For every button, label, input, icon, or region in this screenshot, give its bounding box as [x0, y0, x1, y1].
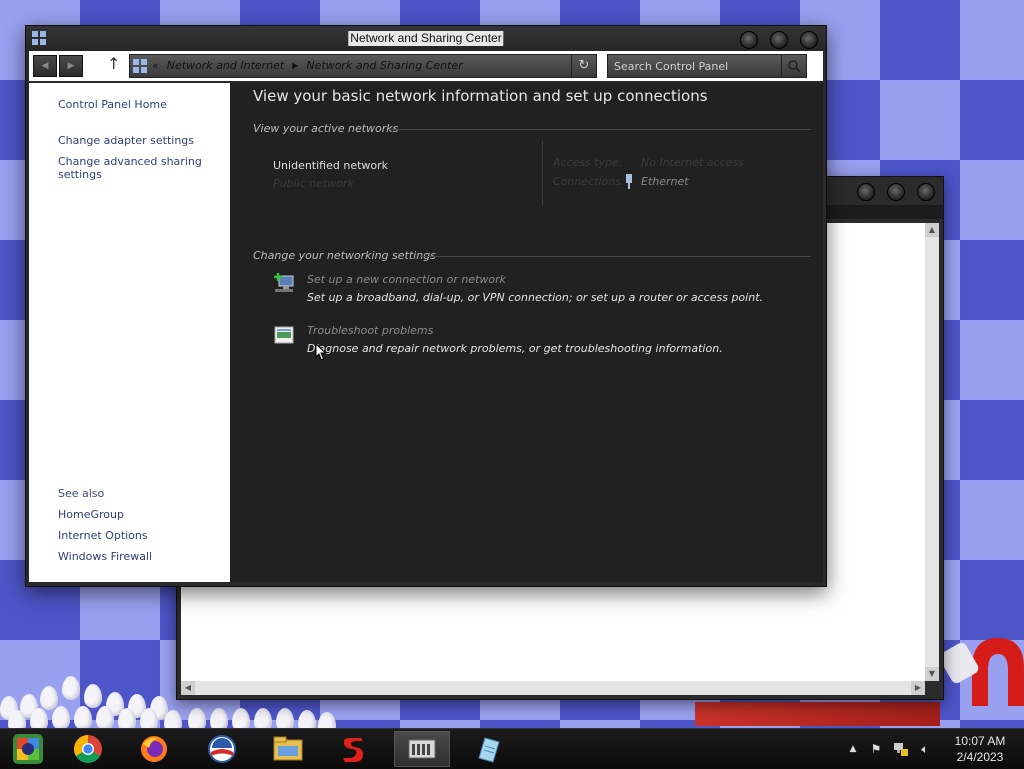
windows-firewall-link[interactable]: Windows Firewall [58, 550, 152, 563]
notepad-icon[interactable] [460, 731, 516, 767]
clock-date: 2/4/2023 [956, 750, 1004, 764]
address-bar[interactable]: « Network and Internet ▶ Network and Sha… [129, 54, 597, 78]
bg-close-button[interactable] [917, 183, 935, 201]
s-logo-icon[interactable] [326, 731, 382, 767]
internet-options-link[interactable]: Internet Options [58, 529, 148, 542]
change-advanced-sharing-link[interactable]: Change advanced sharing settings [58, 155, 208, 181]
start-orb-icon[interactable] [0, 731, 56, 767]
firefox-icon[interactable] [126, 731, 182, 767]
troubleshoot-problems-link[interactable]: Troubleshoot problems [307, 324, 433, 337]
bg-maximize-button[interactable] [887, 183, 905, 201]
scroll-down-arrow-icon[interactable]: ▼ [925, 667, 939, 681]
active-networks-heading: View your active networks [253, 122, 399, 135]
horizontal-scrollbar[interactable]: ◀ ▶ [181, 681, 925, 695]
main-content-pane: View your basic network information and … [230, 83, 823, 582]
scroll-left-arrow-icon[interactable]: ◀ [181, 681, 195, 695]
desktop-red-strip [695, 702, 940, 726]
window-title: Network and Sharing Center [348, 31, 504, 46]
access-type-value: No Internet access [641, 156, 744, 169]
volume-icon[interactable]: 🔈︎ [917, 741, 933, 757]
control-panel-icon [133, 59, 147, 73]
navigation-bar: ◀ ▶ ↑ « Network and Internet ▶ Network a… [29, 51, 823, 81]
connections-label: Connections: [553, 175, 625, 188]
breadcrumb-overflow[interactable]: « [152, 59, 159, 72]
search-input[interactable] [612, 57, 780, 75]
network-sharing-center-window[interactable]: Network and Sharing Center ◀ ▶ ↑ « Netwo… [25, 25, 827, 587]
maximize-button[interactable] [770, 31, 788, 49]
bg-minimize-button[interactable] [857, 183, 875, 201]
page-heading: View your basic network information and … [253, 87, 708, 105]
magnet-icon [942, 638, 1024, 706]
scroll-right-arrow-icon[interactable]: ▶ [911, 681, 925, 695]
clock-time: 10:07 AM [954, 734, 1006, 748]
ethernet-connection-link[interactable]: Ethernet [641, 175, 689, 188]
file-explorer-icon[interactable] [260, 731, 316, 767]
back-button[interactable]: ◀ [33, 55, 57, 77]
breadcrumb-network-internet[interactable]: Network and Internet [167, 59, 285, 72]
section-divider [388, 129, 811, 130]
search-icon[interactable] [781, 55, 806, 77]
network-name: Unidentified network [273, 159, 389, 172]
mouse-cursor-icon [315, 343, 327, 361]
change-adapter-settings-link[interactable]: Change adapter settings [58, 134, 194, 147]
network-status-icon[interactable] [893, 741, 909, 757]
scroll-up-arrow-icon[interactable]: ▲ [925, 223, 939, 237]
system-clock[interactable]: 10:07 AM 2/4/2023 [952, 733, 1008, 765]
action-center-flag-icon[interactable]: ⚑ [868, 741, 884, 757]
show-hidden-icons-chevron-icon[interactable]: ▲ [845, 741, 861, 757]
breadcrumb: « Network and Internet ▶ Network and Sha… [152, 59, 463, 72]
network-info-divider [542, 141, 543, 205]
vertical-scrollbar[interactable]: ▲ ▼ [925, 223, 939, 681]
forward-button[interactable]: ▶ [59, 55, 83, 77]
setup-connection-link[interactable]: Set up a new connection or network [307, 273, 506, 286]
troubleshoot-description: Diagnose and repair network problems, or… [307, 342, 723, 355]
window-titlebar[interactable]: Network and Sharing Center [26, 26, 826, 51]
troubleshoot-icon [274, 326, 294, 344]
network-type-link[interactable]: Public network [273, 177, 354, 190]
taskbar: ▲ ⚑ 🔈︎ 10:07 AM 2/4/2023 [0, 728, 1024, 769]
network-center-icon [32, 31, 46, 45]
section-divider [420, 256, 811, 257]
setup-connection-description: Set up a broadband, dial-up, or VPN conn… [307, 291, 764, 304]
minimize-button[interactable] [740, 31, 758, 49]
control-panel-icon[interactable] [394, 731, 450, 767]
breadcrumb-separator-icon: ▶ [292, 61, 299, 70]
access-type-label: Access type: [553, 156, 623, 169]
search-box[interactable] [607, 54, 807, 78]
close-button[interactable] [800, 31, 818, 49]
see-also-heading: See also [58, 487, 105, 500]
chrome-icon[interactable] [60, 731, 116, 767]
control-panel-home-link[interactable]: Control Panel Home [58, 98, 167, 111]
homegroup-link[interactable]: HomeGroup [58, 508, 124, 521]
obama-logo-icon[interactable] [194, 731, 250, 767]
breadcrumb-sharing-center[interactable]: Network and Sharing Center [306, 59, 462, 72]
up-arrow-icon[interactable]: ↑ [107, 54, 120, 73]
left-navigation-pane: Control Panel Home Change adapter settin… [29, 83, 230, 582]
ethernet-icon [626, 174, 632, 189]
refresh-icon[interactable]: ↻ [571, 55, 596, 77]
networking-settings-heading: Change your networking settings [253, 249, 436, 262]
new-connection-icon [274, 273, 294, 292]
